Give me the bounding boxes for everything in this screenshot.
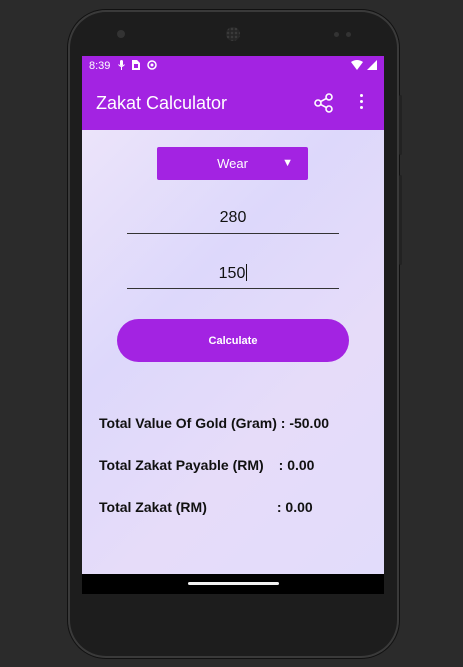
wifi-icon [351,59,363,73]
home-gesture-handle[interactable] [188,582,279,585]
phone-screen: 8:39 Zakat Calculator Wear ▼ 280 150 Cal… [82,56,384,594]
zakat-payable-amount: : 0.00 [278,457,315,473]
text-cursor [246,264,248,281]
total-zakat-label: Total Zakat (RM) [99,499,207,515]
navigation-bar [82,574,384,594]
share-icon[interactable] [314,93,334,118]
gold-weight-input[interactable]: 280 [127,209,339,234]
mic-icon [118,60,126,72]
status-time: 8:39 [89,60,111,72]
status-bar: 8:39 [82,56,384,76]
power-button [399,95,402,155]
zakat-payable-result: Total Zakat Payable (RM) : 0.00 [99,457,314,473]
app-title: Zakat Calculator [96,92,228,113]
gold-value-label: Total Value Of Gold (Gram) [99,415,277,431]
gold-weight-value: 280 [219,209,247,226]
gold-value-amount: : -50.00 [280,415,330,431]
app-bar: Zakat Calculator [82,76,384,130]
proximity-sensor [334,32,339,37]
type-dropdown-value: Wear [217,156,248,171]
gold-value-result: Total Value Of Gold (Gram) : -50.00 [99,415,329,431]
more-options-icon[interactable] [360,94,366,112]
total-zakat-result: Total Zakat (RM) : 0.00 [99,499,313,515]
uruf-value: 150 [218,265,246,282]
sim-card-icon [132,60,141,72]
calculator-content: Wear ▼ 280 150 Calculate Total Value Of … [82,130,384,574]
calculate-button[interactable]: Calculate [117,319,349,362]
total-zakat-amount: : 0.00 [276,499,313,515]
earpiece-speaker [226,27,240,41]
type-dropdown[interactable]: Wear ▼ [157,147,308,180]
volume-button [399,175,402,265]
uruf-input[interactable]: 150 [127,264,339,289]
zakat-payable-label: Total Zakat Payable (RM) [99,457,264,473]
front-camera [117,30,125,38]
sync-icon [147,60,158,72]
signal-icon [367,59,377,73]
dropdown-arrow-icon: ▼ [282,157,293,169]
light-sensor [346,32,351,37]
